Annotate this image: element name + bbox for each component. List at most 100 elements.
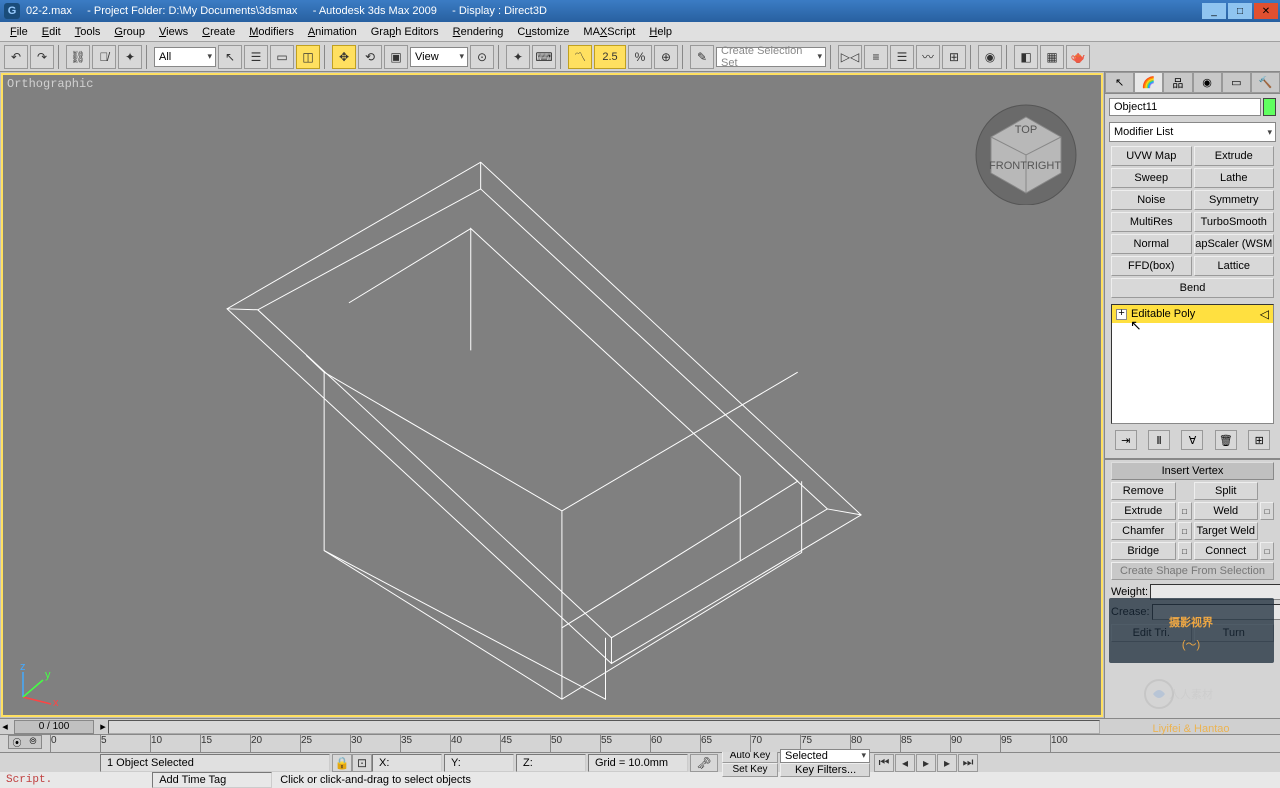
manipulate-button[interactable]: ✦	[506, 45, 530, 69]
bridge-settings[interactable]: □	[1178, 542, 1192, 560]
weld-button[interactable]: Weld	[1194, 502, 1259, 520]
redo-button[interactable]: ↷	[30, 45, 54, 69]
menu-views[interactable]: Views	[153, 24, 194, 40]
material-editor-button[interactable]: ◉	[978, 45, 1002, 69]
modifier-noise[interactable]: Noise	[1111, 190, 1192, 210]
menu-graph-editors[interactable]: Graph Editors	[365, 24, 445, 40]
menu-help[interactable]: Help	[643, 24, 678, 40]
setkey-button[interactable]: Set Key	[722, 763, 778, 777]
minimize-button[interactable]: _	[1202, 3, 1226, 19]
transform-type-in-button[interactable]: ⊡	[352, 754, 372, 772]
modifier-sweep[interactable]: Sweep	[1111, 168, 1192, 188]
angle-snap-button[interactable]: 2.5	[594, 45, 626, 69]
bridge-button[interactable]: Bridge	[1111, 542, 1176, 560]
move-button[interactable]: ✥	[332, 45, 356, 69]
tick-0[interactable]: 0	[50, 735, 100, 752]
mirror-button[interactable]: ▷◁	[838, 45, 862, 69]
remove-button[interactable]: Remove	[1111, 482, 1176, 500]
spinner-snap-button[interactable]: ⊕	[654, 45, 678, 69]
coord-z[interactable]: Z:	[516, 754, 586, 772]
bind-spacewarp-button[interactable]: ✦	[118, 45, 142, 69]
named-sel-edit-button[interactable]: ✎	[690, 45, 714, 69]
edit-tri-button[interactable]: Edit Tri.	[1111, 624, 1192, 642]
prev-frame-button[interactable]: ◂	[895, 754, 915, 772]
menu-maxscript[interactable]: MAXScript	[577, 24, 641, 40]
key-filters-button[interactable]: Key Filters...	[780, 763, 870, 777]
select-button[interactable]: ↖	[218, 45, 242, 69]
modifier-stack[interactable]: + Editable Poly ◁ ↖	[1111, 304, 1274, 424]
expand-icon[interactable]: +	[1116, 309, 1127, 320]
crease-input[interactable]	[1152, 604, 1280, 620]
menu-customize[interactable]: Customize	[511, 24, 575, 40]
ref-coord-combo[interactable]: View	[410, 47, 468, 67]
pivot-center-button[interactable]: ⊙	[470, 45, 494, 69]
tick-45[interactable]: 45	[500, 735, 550, 752]
play-button[interactable]: ▸	[916, 754, 936, 772]
stack-item-editable-poly[interactable]: + Editable Poly ◁	[1112, 305, 1273, 323]
tick-15[interactable]: 15	[200, 735, 250, 752]
create-shape-button[interactable]: Create Shape From Selection	[1111, 562, 1274, 580]
tick-85[interactable]: 85	[900, 735, 950, 752]
timeline-left-arrow[interactable]: ◂	[0, 720, 10, 733]
schematic-view-button[interactable]: ⊞	[942, 45, 966, 69]
maximize-button[interactable]: □	[1228, 3, 1252, 19]
add-time-tag[interactable]: Add Time Tag	[152, 772, 272, 788]
chamfer-button[interactable]: Chamfer	[1111, 522, 1176, 540]
tick-65[interactable]: 65	[700, 735, 750, 752]
pin-stack-button[interactable]: ⇥	[1115, 430, 1137, 450]
modifier-uvw-map[interactable]: UVW Map	[1111, 146, 1192, 166]
rotate-button[interactable]: ⟲	[358, 45, 382, 69]
connect-button[interactable]: Connect	[1194, 542, 1259, 560]
rendered-frame-button[interactable]: ▦	[1040, 45, 1064, 69]
undo-button[interactable]: ↶	[4, 45, 28, 69]
tick-35[interactable]: 35	[400, 735, 450, 752]
curve-editor-button[interactable]: 〰	[916, 45, 940, 69]
modifier-extrude[interactable]: Extrude	[1194, 146, 1275, 166]
tick-25[interactable]: 25	[300, 735, 350, 752]
selection-filter-combo[interactable]: All	[154, 47, 216, 67]
goto-start-button[interactable]: ⏮	[874, 754, 894, 772]
snap-toggle-button[interactable]: 〽	[568, 45, 592, 69]
modifier-lathe[interactable]: Lathe	[1194, 168, 1275, 188]
modifier-lattice[interactable]: Lattice	[1194, 256, 1275, 276]
lock-selection-button[interactable]: 🔒	[332, 754, 352, 772]
time-slider[interactable]: 0 / 100	[14, 720, 94, 734]
scale-button[interactable]: ▣	[384, 45, 408, 69]
viewport[interactable]: Orthographic TOP	[1, 73, 1103, 717]
timeline-right-arrow[interactable]: ▸	[98, 720, 108, 733]
extrude-settings[interactable]: □	[1178, 502, 1192, 520]
utilities-tab[interactable]: 🔨	[1251, 72, 1280, 93]
modify-tab[interactable]: 🌈	[1134, 72, 1163, 93]
menu-modifiers[interactable]: Modifiers	[243, 24, 300, 40]
chamfer-settings[interactable]: □	[1178, 522, 1192, 540]
key-icon-button[interactable]: 🗝	[690, 754, 718, 772]
menu-rendering[interactable]: Rendering	[447, 24, 510, 40]
coord-y[interactable]: Y:	[444, 754, 514, 772]
weld-settings[interactable]: □	[1260, 502, 1274, 520]
render-button[interactable]: 🫖	[1066, 45, 1090, 69]
object-color-swatch[interactable]	[1263, 98, 1276, 116]
tick-95[interactable]: 95	[1000, 735, 1050, 752]
weight-input[interactable]	[1150, 584, 1280, 600]
link-button[interactable]: ⛓	[66, 45, 90, 69]
modifier-turbosmooth[interactable]: TurboSmooth	[1194, 212, 1275, 232]
render-setup-button[interactable]: ◧	[1014, 45, 1038, 69]
extrude-button[interactable]: Extrude	[1111, 502, 1176, 520]
layers-button[interactable]: ☰	[890, 45, 914, 69]
target-weld-button[interactable]: Target Weld	[1194, 522, 1259, 540]
time-track[interactable]	[108, 720, 1100, 734]
turn-button[interactable]: Turn	[1194, 624, 1275, 642]
tick-55[interactable]: 55	[600, 735, 650, 752]
align-button[interactable]: ≡	[864, 45, 888, 69]
display-tab[interactable]: ▭	[1222, 72, 1251, 93]
connect-settings[interactable]: □	[1260, 542, 1274, 560]
configure-sets-button[interactable]: ⊞	[1248, 430, 1270, 450]
modifier-list-combo[interactable]: Modifier List	[1109, 122, 1276, 142]
modifier-bend[interactable]: Bend	[1111, 278, 1274, 298]
menu-group[interactable]: Group	[108, 24, 151, 40]
unlink-button[interactable]: ⛓̸	[92, 45, 116, 69]
modifier-symmetry[interactable]: Symmetry	[1194, 190, 1275, 210]
tick-50[interactable]: 50	[550, 735, 600, 752]
key-mode-combo[interactable]: Selected	[780, 749, 870, 763]
tick-60[interactable]: 60	[650, 735, 700, 752]
